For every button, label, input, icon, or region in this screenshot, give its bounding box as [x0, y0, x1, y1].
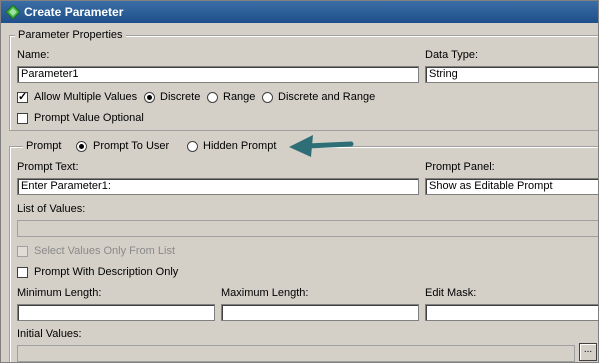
- data-type-select[interactable]: String: [425, 66, 598, 83]
- prompt-with-description-checkbox[interactable]: [17, 267, 28, 278]
- prompt-panel-label: Prompt Panel:: [425, 161, 495, 173]
- title-bar: Create Parameter: [1, 1, 598, 23]
- initial-values-input: [17, 345, 575, 362]
- radio-selected-dot: [79, 144, 84, 149]
- prompt-text-label: Prompt Text:: [17, 161, 79, 173]
- allow-multiple-values-checkbox[interactable]: ✓: [17, 91, 28, 103]
- hidden-prompt-radio[interactable]: [187, 141, 198, 152]
- range-radio[interactable]: [207, 92, 218, 103]
- data-type-label: Data Type:: [425, 49, 478, 61]
- prompt-value-optional-label: Prompt Value Optional: [34, 112, 144, 124]
- edit-mask-input[interactable]: [425, 304, 598, 321]
- radio-selected-dot: [147, 95, 152, 100]
- annotation-arrow-icon: [289, 135, 354, 157]
- discrete-and-range-label: Discrete and Range: [278, 91, 376, 103]
- hidden-prompt-label: Hidden Prompt: [203, 140, 277, 152]
- prompt-to-user-radio[interactable]: [76, 141, 87, 152]
- prompt-value-optional-checkbox[interactable]: [17, 113, 28, 124]
- maximum-length-input[interactable]: [221, 304, 419, 321]
- discrete-and-range-radio[interactable]: [262, 92, 273, 103]
- minimum-length-label: Minimum Length:: [17, 287, 102, 299]
- discrete-label: Discrete: [160, 91, 201, 103]
- prompt-legend: Prompt: [26, 140, 62, 152]
- maximum-length-label: Maximum Length:: [221, 287, 309, 299]
- prompt-to-user-label: Prompt To User: [93, 140, 170, 152]
- parameter-properties-legend: Parameter Properties: [15, 29, 126, 41]
- range-label: Range: [223, 91, 256, 103]
- initial-values-label: Initial Values:: [17, 328, 82, 340]
- allow-multiple-values-label: Allow Multiple Values: [34, 91, 138, 103]
- window-title: Create Parameter: [24, 5, 124, 19]
- parameter-diamond-icon: [6, 5, 20, 19]
- name-input[interactable]: Parameter1: [17, 66, 419, 83]
- check-mark-icon: ✓: [18, 91, 28, 103]
- select-values-only-checkbox: [17, 246, 28, 257]
- prompt-with-description-label: Prompt With Description Only: [34, 266, 179, 278]
- prompt-text-input[interactable]: Enter Parameter1:: [17, 178, 419, 195]
- select-values-only-label: Select Values Only From List: [34, 245, 176, 257]
- create-parameter-dialog: Create Parameter Parameter Properties Na…: [0, 0, 599, 363]
- list-of-values-input: [17, 220, 598, 237]
- list-of-values-label: List of Values:: [17, 203, 86, 215]
- browse-initial-values-button[interactable]: ...: [579, 343, 597, 361]
- prompt-panel-select[interactable]: Show as Editable Prompt: [425, 178, 598, 195]
- discrete-radio[interactable]: [144, 92, 155, 103]
- edit-mask-label: Edit Mask:: [425, 287, 477, 299]
- minimum-length-input[interactable]: [17, 304, 215, 321]
- name-label: Name:: [17, 49, 50, 61]
